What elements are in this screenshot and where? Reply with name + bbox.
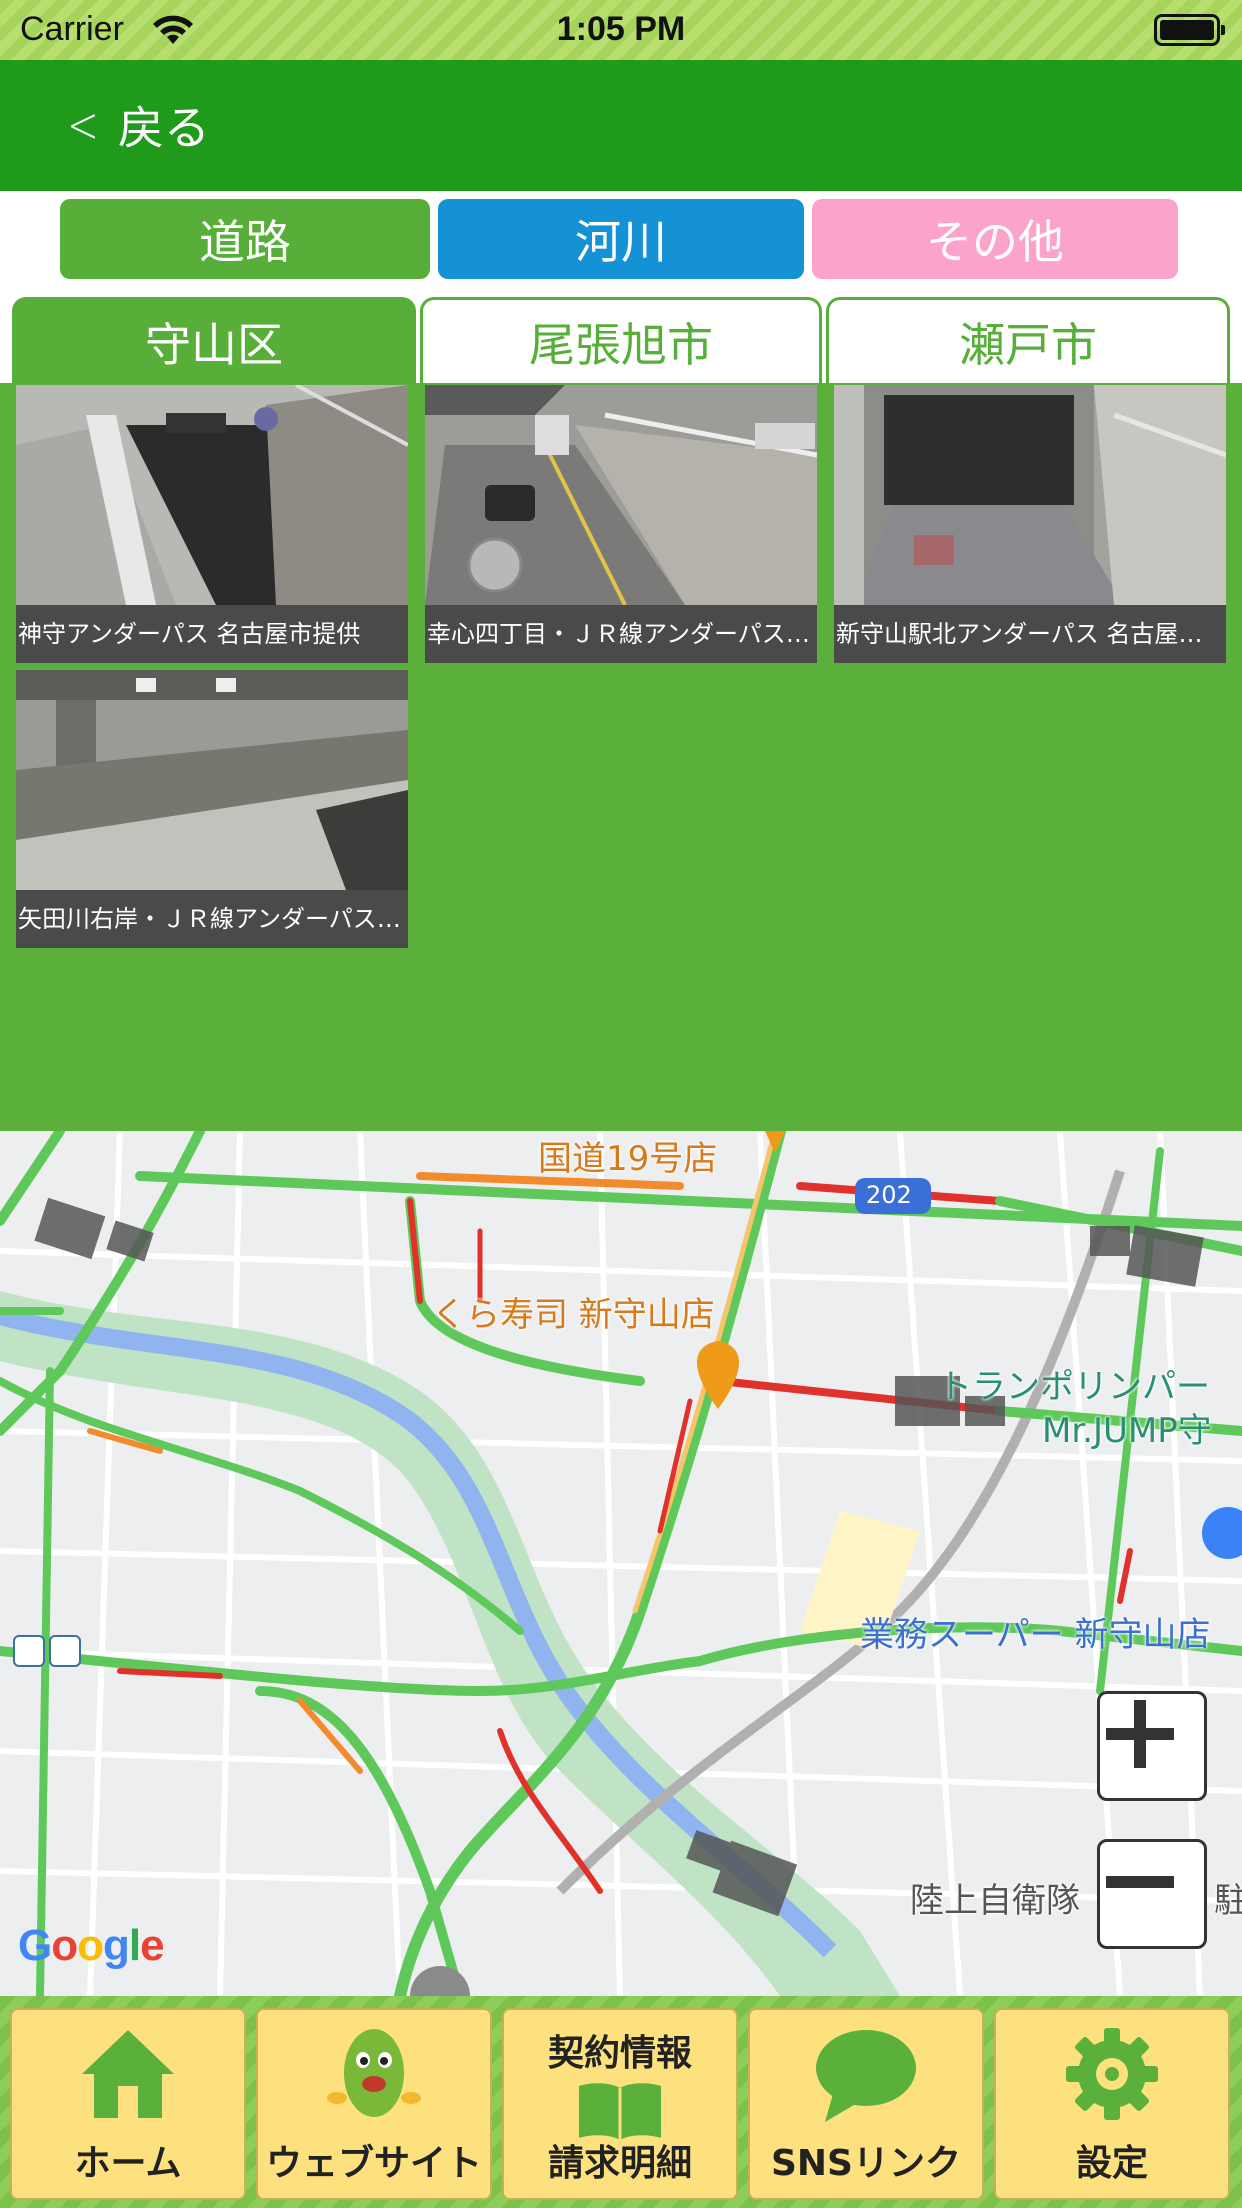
google-logo: Google bbox=[18, 1921, 165, 1970]
plus-icon bbox=[1106, 1700, 1174, 1768]
camera-thumbnail bbox=[425, 385, 817, 605]
home-icon bbox=[82, 2030, 174, 2118]
tab-other[interactable]: その他 bbox=[812, 199, 1178, 279]
camera-caption: 矢田川右岸・ＪＲ線アンダーパス 名古屋市提供 bbox=[16, 890, 408, 948]
map-label-supermarket: 業務スーパー 新守山店 bbox=[860, 1615, 1211, 1655]
map-label-trampoline: トランポリンパー bbox=[938, 1367, 1210, 1407]
route-shield-label: 202 bbox=[866, 1181, 912, 1209]
mascot-icon bbox=[327, 2029, 421, 2117]
tab-contract-billing[interactable]: 契約情報 請求明細 bbox=[502, 2008, 738, 2200]
back-label: 戻る bbox=[117, 101, 210, 155]
camera-thumbnail bbox=[16, 670, 408, 890]
tab-home[interactable]: ホーム bbox=[10, 2008, 246, 2200]
camera-card[interactable]: 神守アンダーパス 名古屋市提供 bbox=[16, 385, 408, 663]
tab-road[interactable]: 道路 bbox=[60, 199, 430, 279]
zoom-in-button[interactable] bbox=[1097, 1691, 1207, 1801]
chevron-left-icon: < bbox=[67, 96, 99, 154]
bottom-tab-bar: ホーム ウェブサイト 契約情報 請求明細 SNSリンク 設定 bbox=[0, 1996, 1242, 2208]
minus-icon bbox=[1106, 1876, 1174, 1888]
tab-sns[interactable]: SNSリンク bbox=[748, 2008, 984, 2200]
map-label-jsdf: 陸上自衛隊 bbox=[910, 1881, 1080, 1921]
tab-billing-label: 請求明細 bbox=[547, 2143, 692, 2184]
map-label-mrjump: Mr.JUMP守 bbox=[1042, 1411, 1212, 1451]
battery-icon bbox=[1154, 14, 1225, 46]
camera-caption: 新守山駅北アンダーパス 名古屋市提供 bbox=[834, 605, 1226, 663]
tab-seto[interactable]: 瀬戸市 bbox=[826, 297, 1230, 383]
camera-card[interactable]: 幸心四丁目・ＪＲ線アンダーパス 名古屋市提供 bbox=[425, 385, 817, 663]
tab-contract-label: 契約情報 bbox=[547, 2033, 692, 2074]
camera-card[interactable]: 新守山駅北アンダーパス 名古屋市提供 bbox=[834, 385, 1226, 663]
tab-home-label: ホーム bbox=[74, 2143, 182, 2184]
map-label-jsdf-cut: 駐 bbox=[1214, 1881, 1242, 1921]
tab-settings[interactable]: 設定 bbox=[994, 2008, 1230, 2200]
tab-website-label: ウェブサイト bbox=[265, 2143, 482, 2184]
tab-moriyama[interactable]: 守山区 bbox=[12, 297, 416, 383]
tab-website[interactable]: ウェブサイト bbox=[256, 2008, 492, 2200]
tab-river[interactable]: 河川 bbox=[438, 199, 804, 279]
book-icon bbox=[579, 2083, 661, 2140]
traffic-map[interactable]: 国道19号店 202 くら寿司 新守山店 トランポリンパー Mr.JUMP守 業… bbox=[0, 1131, 1242, 1996]
camera-caption: 幸心四丁目・ＪＲ線アンダーパス 名古屋市提供 bbox=[425, 605, 817, 663]
chat-bubble-icon bbox=[816, 2030, 916, 2122]
map-canvas bbox=[0, 1131, 1242, 1996]
status-bar: Carrier 1:05 PM bbox=[0, 0, 1242, 60]
map-label-sushi: くら寿司 新守山店 bbox=[432, 1295, 715, 1335]
back-button[interactable]: < 戻る bbox=[62, 92, 210, 158]
camera-thumbnail bbox=[834, 385, 1226, 605]
tab-settings-label: 設定 bbox=[1075, 2143, 1148, 2184]
camera-list: 神守アンダーパス 名古屋市提供 幸心四丁目・ＪＲ線アンダーパス 名古屋市提供 bbox=[0, 383, 1242, 1131]
tab-sns-label: SNSリンク bbox=[771, 2143, 961, 2184]
camera-thumbnail bbox=[16, 385, 408, 605]
clock: 1:05 PM bbox=[556, 10, 686, 48]
tab-owariasahi[interactable]: 尾張旭市 bbox=[420, 297, 822, 383]
map-label-store: 国道19号店 bbox=[538, 1139, 718, 1179]
camera-card[interactable]: 矢田川右岸・ＪＲ線アンダーパス 名古屋市提供 bbox=[16, 670, 408, 948]
navigation-bar: < 戻る bbox=[0, 60, 1242, 191]
area-tab-bar: 守山区 尾張旭市 瀬戸市 bbox=[0, 287, 1242, 383]
category-tab-bar: 道路 河川 その他 bbox=[0, 191, 1242, 287]
zoom-out-button[interactable] bbox=[1097, 1839, 1207, 1949]
camera-caption: 神守アンダーパス 名古屋市提供 bbox=[16, 605, 408, 663]
gear-icon bbox=[1066, 2028, 1158, 2120]
